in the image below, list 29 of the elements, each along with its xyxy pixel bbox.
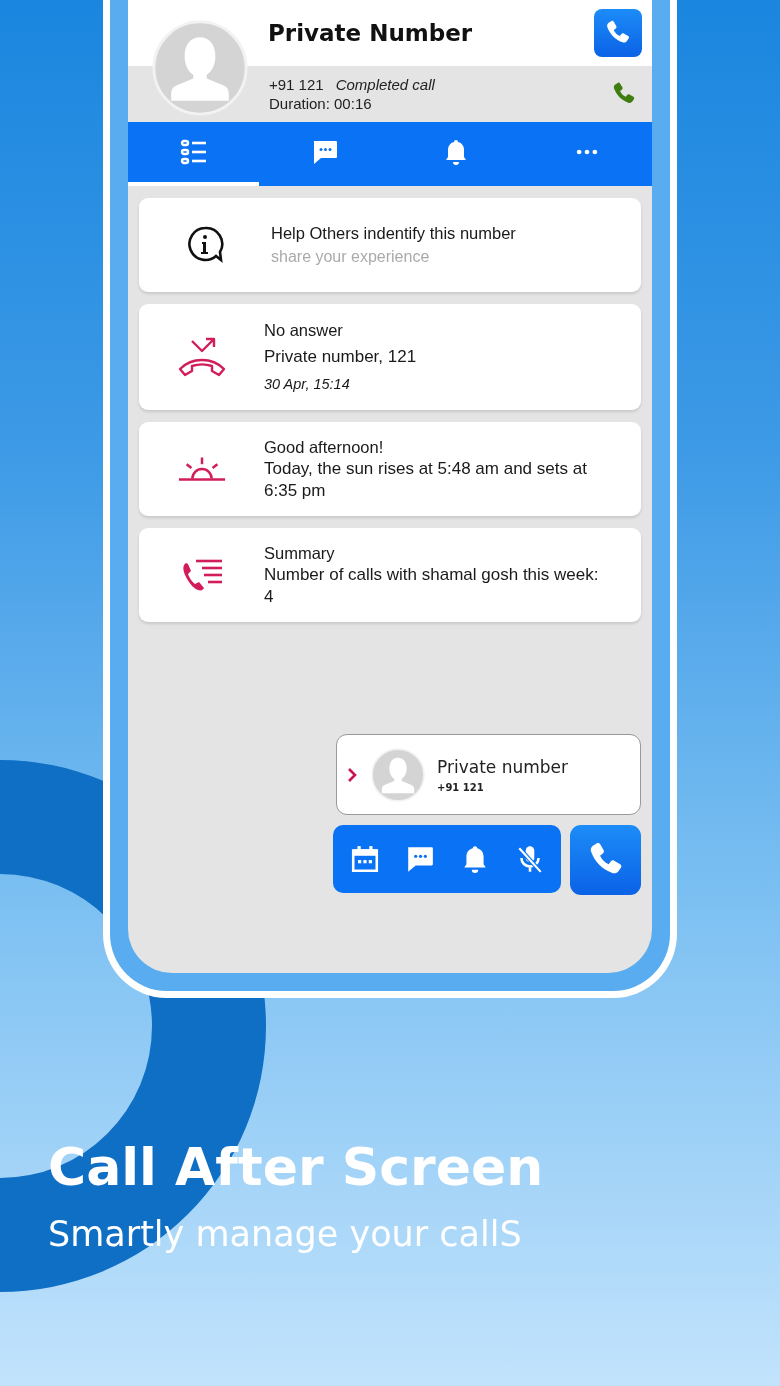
- call-time: 30 Apr, 15:14: [264, 375, 351, 394]
- card-title: No answer: [264, 320, 344, 341]
- info-card[interactable]: No answer Private number, 121 30 Apr, 15:14: [139, 304, 641, 410]
- info-card[interactable]: Help Others indentify this number share your experience: [139, 198, 641, 292]
- more-icon: [575, 148, 598, 156]
- caller-number: +91 121: [437, 781, 485, 793]
- card-subtitle: share your experience: [271, 247, 431, 267]
- card-text: Number of calls with shamal gosh this week: 4: [264, 564, 600, 608]
- call-button[interactable]: [570, 825, 641, 895]
- chevron-icon: [347, 766, 357, 783]
- avatar-icon: [371, 747, 425, 802]
- call-duration: Duration: 00:16: [269, 94, 373, 113]
- contact-name: Private Number: [268, 20, 473, 46]
- card-title: Good afternoon!: [264, 437, 385, 458]
- phone-number: +91 121: [269, 76, 324, 93]
- call-button[interactable]: [594, 9, 642, 57]
- sunrise-icon: [176, 455, 227, 483]
- info-bubble-icon: [185, 225, 225, 265]
- calendar-icon: [349, 844, 380, 874]
- call-status: Completed call: [335, 76, 435, 93]
- info-card[interactable]: Summary Number of calls with shamal gosh this week: 4: [139, 528, 641, 622]
- list-icon: [179, 138, 208, 166]
- card-title: Help Others indentify this number: [271, 223, 516, 244]
- caller-card[interactable]: Private number +91 121: [336, 734, 641, 815]
- caller-name: Private number: [437, 756, 569, 777]
- card-text: Private number, 121: [264, 346, 417, 368]
- info-card[interactable]: Good afternoon! Today, the sun rises at 5:48 am and sets at 6:35 pm: [139, 422, 641, 516]
- card-title: Summary: [264, 543, 336, 564]
- card-text: Today, the sun rises at 5:48 am and sets at 6:35 pm: [264, 458, 588, 502]
